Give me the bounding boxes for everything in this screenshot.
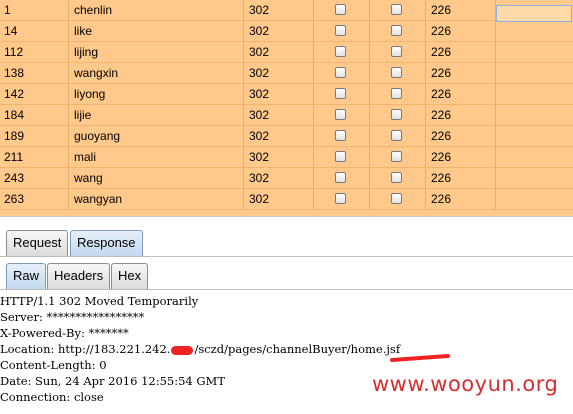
table-row[interactable]: 1 chenlin 302 226	[0, 0, 573, 21]
status-code: 302	[249, 3, 270, 17]
error-checkbox[interactable]	[335, 67, 346, 78]
payload-value: wang	[74, 171, 103, 185]
error-checkbox[interactable]	[335, 151, 346, 162]
timeout-checkbox[interactable]	[391, 46, 402, 57]
tab-hex[interactable]: Hex	[111, 263, 149, 289]
header-content-length: Content-Length: 0	[0, 358, 107, 372]
response-length: 226	[431, 3, 452, 17]
location-prefix: Location: http://183.221.242.	[0, 342, 171, 356]
payload-value: mali	[74, 150, 97, 164]
timeout-checkbox[interactable]	[391, 130, 402, 141]
payload-value: lijing	[74, 45, 99, 59]
error-checkbox[interactable]	[335, 193, 346, 204]
error-checkbox[interactable]	[335, 88, 346, 99]
column-divider	[425, 0, 426, 210]
tab-response[interactable]: Response	[70, 230, 143, 256]
error-checkbox[interactable]	[335, 109, 346, 120]
header-x-powered-by: X-Powered-By: *******	[0, 326, 129, 340]
payload-value: like	[74, 24, 93, 38]
column-divider	[495, 0, 496, 210]
tab-raw[interactable]: Raw	[6, 263, 47, 289]
request-number: 142	[4, 87, 25, 101]
response-length: 226	[431, 87, 452, 101]
table-row[interactable]: 243 wang 302 226	[0, 168, 573, 189]
request-number: 138	[4, 66, 25, 80]
header-location: Location: http://183.221.242. /sczd/pages…	[0, 341, 400, 357]
table-row[interactable]: 138 wangxin 302 226	[0, 63, 573, 84]
response-length: 226	[431, 24, 452, 38]
column-divider	[68, 0, 69, 210]
error-checkbox[interactable]	[335, 4, 346, 15]
request-number: 14	[4, 24, 18, 38]
error-checkbox[interactable]	[335, 130, 346, 141]
table-row[interactable]: 112 lijing 302 226	[0, 42, 573, 63]
request-number: 184	[4, 108, 25, 122]
timeout-checkbox[interactable]	[391, 109, 402, 120]
payload-value: chenlin	[74, 3, 113, 17]
response-length: 226	[431, 150, 452, 164]
status-code: 302	[249, 171, 270, 185]
response-length: 226	[431, 171, 452, 185]
error-checkbox[interactable]	[335, 172, 346, 183]
header-connection: Connection: close	[0, 390, 104, 404]
column-divider	[369, 0, 370, 210]
response-length: 226	[431, 66, 452, 80]
table-row-partial	[0, 210, 573, 217]
status-code: 302	[249, 129, 270, 143]
table-row[interactable]: 14 like 302 226	[0, 21, 573, 42]
location-suffix: /sczd/pages/channelBuyer/home.jsf	[194, 342, 401, 356]
results-table: 1 chenlin 302 226 14 like 302 226 112 li…	[0, 0, 573, 217]
status-code: 302	[249, 87, 270, 101]
error-checkbox[interactable]	[335, 46, 346, 57]
selected-cell[interactable]	[496, 5, 572, 22]
payload-value: liyong	[74, 87, 106, 101]
response-length: 226	[431, 108, 452, 122]
table-row[interactable]: 142 liyong 302 226	[0, 84, 573, 105]
table-row[interactable]: 184 lijie 302 226	[0, 105, 573, 126]
status-code: 302	[249, 192, 270, 206]
table-row[interactable]: 189 guoyang 302 226	[0, 126, 573, 147]
response-length: 226	[431, 192, 452, 206]
column-divider	[313, 0, 314, 210]
error-checkbox[interactable]	[335, 25, 346, 36]
table-row[interactable]: 263 wangyan 302 226	[0, 189, 573, 210]
header-server: Server: *****************	[0, 310, 145, 324]
payload-value: lijie	[74, 108, 92, 122]
response-view-tab-bar: Raw Headers Hex	[0, 257, 573, 290]
request-number: 263	[4, 192, 25, 206]
status-code: 302	[249, 45, 270, 59]
message-tab-bar: Request Response	[0, 217, 573, 257]
payload-value: wangxin	[74, 66, 119, 80]
status-code: 302	[249, 150, 270, 164]
status-code: 302	[249, 24, 270, 38]
response-length: 226	[431, 129, 452, 143]
response-length: 226	[431, 45, 452, 59]
column-divider	[243, 0, 244, 210]
tab-headers[interactable]: Headers	[47, 263, 111, 289]
table-row[interactable]: 211 mali 302 226	[0, 147, 573, 168]
status-line: HTTP/1.1 302 Moved Temporarily	[0, 294, 199, 308]
header-date: Date: Sun, 24 Apr 2016 12:55:54 GMT	[0, 374, 226, 388]
status-code: 302	[249, 66, 270, 80]
request-number: 112	[4, 45, 24, 59]
timeout-checkbox[interactable]	[391, 151, 402, 162]
request-number: 243	[4, 171, 25, 185]
redaction-mark	[171, 345, 194, 355]
tab-request[interactable]: Request	[6, 230, 69, 256]
payload-value: guoyang	[74, 129, 121, 143]
request-number: 189	[4, 129, 25, 143]
watermark: www.wooyun.org	[372, 372, 559, 396]
timeout-checkbox[interactable]	[391, 172, 402, 183]
request-number: 1	[4, 3, 11, 17]
payload-value: wangyan	[74, 192, 123, 206]
timeout-checkbox[interactable]	[391, 67, 402, 78]
request-number: 211	[4, 150, 24, 164]
status-code: 302	[249, 108, 270, 122]
timeout-checkbox[interactable]	[391, 4, 402, 15]
timeout-checkbox[interactable]	[391, 193, 402, 204]
timeout-checkbox[interactable]	[391, 25, 402, 36]
timeout-checkbox[interactable]	[391, 88, 402, 99]
